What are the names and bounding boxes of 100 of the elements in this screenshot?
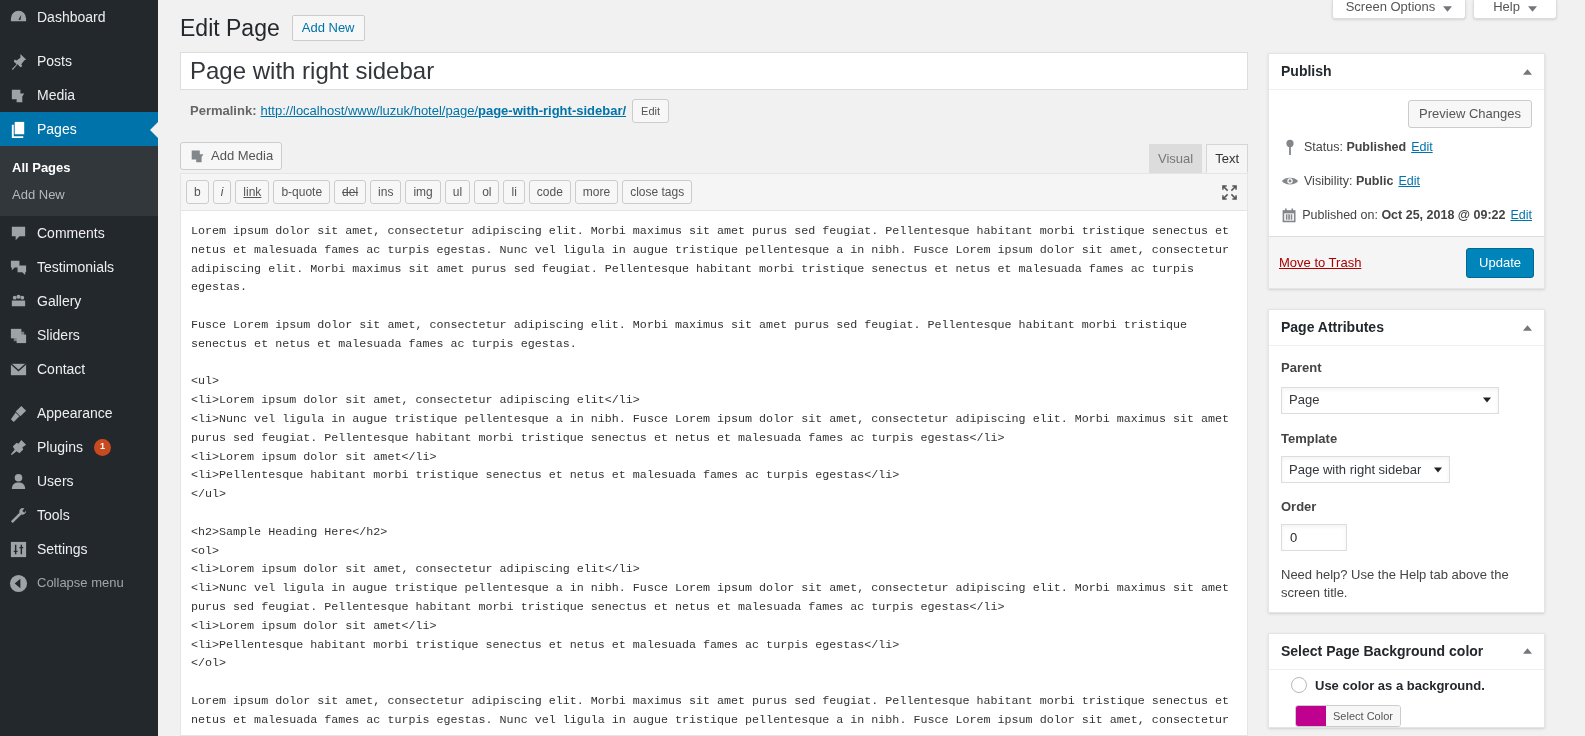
fullscreen-icon[interactable]	[1222, 184, 1237, 200]
menu-label: Pages	[37, 119, 77, 139]
active-pointer-icon	[150, 122, 158, 138]
code-line: </ul>	[191, 486, 227, 504]
code-line: <ul>	[191, 373, 220, 391]
count-badge: 1	[93, 438, 111, 456]
collapse-toggle-icon[interactable]	[1523, 324, 1532, 331]
edit-link[interactable]: Edit	[1411, 137, 1433, 157]
permalink-link[interactable]: http://localhost/www/luzuk/hotel/page/page-with-right-sidebar/	[260, 101, 627, 121]
sliders-icon	[9, 539, 28, 559]
plug-icon	[9, 437, 28, 457]
top-dropdown-button[interactable]: Help	[1473, 0, 1557, 19]
quicktag-button[interactable]: b	[186, 180, 209, 204]
code-line: purus sed feugiat. Pellentesque habitant morbi tristique senectus et netus et malesuada fames ac turpis egestas</li>	[191, 429, 1005, 447]
code-line: purus sed feugiat. Pellentesque habitant morbi tristique senectus et netus et malesuada fames ac turpis egestas</li>	[191, 598, 1005, 616]
menu-label: Gallery	[37, 291, 82, 311]
code-line: <li>Lorem ipsum dolor sit amet</li>	[191, 448, 437, 466]
wrench-icon	[9, 505, 28, 525]
code-line: adipiscing elit. Morbi maximus sit amet purus sed feugiat. Pellentesque habitant morbi tristique senectus et netus et malesuada fames ac turpis	[191, 260, 1194, 278]
menu-item[interactable]: Settings	[0, 532, 158, 566]
help-text: Need help? Use the Help tab above the screen title.	[1281, 565, 1510, 602]
code-line: <li>Lorem ipsum dolor sit amet, consectetur adipiscing elit</li>	[191, 561, 640, 579]
menu-item[interactable]: Users	[0, 464, 158, 498]
edit-link[interactable]: Edit	[1398, 171, 1420, 191]
menu-item[interactable]: Sliders	[0, 318, 158, 352]
code-line: senectus et netus et malesuada fames ac turpis egestas.	[191, 335, 577, 353]
quicktag-button[interactable]: i	[212, 180, 232, 204]
edit-link[interactable]: Edit	[1510, 205, 1532, 225]
code-line: <li>Nunc vel ligula in augue tristique pellentesque a in nibh. Fusce Lorem ipsum dolor sit amet, consectetur adipiscing elit. Morbi maximus sit amet	[191, 410, 1230, 428]
menu-item[interactable]: Tools	[0, 498, 158, 532]
menu-item[interactable]: Media	[0, 78, 158, 112]
submenu-item[interactable]: All Pages	[0, 154, 158, 181]
code-line: <li>Lorem ipsum dolor sit amet</li>	[191, 617, 437, 635]
quicktag-button[interactable]: close tags	[622, 180, 693, 204]
title-field[interactable]: Page with right sidebar	[180, 52, 1248, 90]
edit-slug-button[interactable]: Edit	[632, 99, 670, 123]
panel-title: Publish	[1281, 62, 1332, 81]
menu-label: Sliders	[37, 325, 80, 345]
publish-info: Status: Published	[1304, 138, 1407, 156]
menu-item[interactable]: Plugins 1	[0, 430, 158, 464]
move-to-trash-link[interactable]: Move to Trash	[1279, 252, 1362, 273]
caret-icon	[1443, 6, 1453, 12]
menu-item[interactable]: Testimonials	[0, 250, 158, 284]
collapse-menu-button[interactable]: Collapse menu	[0, 566, 158, 600]
submenu-item[interactable]: Add New	[0, 181, 158, 208]
quicktag-button[interactable]: more	[574, 180, 619, 204]
code-line: egestas.	[191, 279, 248, 297]
menu-label: Posts	[37, 51, 72, 71]
code-line: <ol>	[191, 542, 220, 560]
publish-info: Visibility: Public	[1304, 172, 1394, 190]
menu-item[interactable]: Gallery	[0, 284, 158, 318]
quicktag-button[interactable]: link	[235, 180, 270, 204]
add-new-button[interactable]: Add New	[291, 15, 365, 41]
menu-item[interactable]: Contact	[0, 352, 158, 386]
menu-item[interactable]: Dashboard	[0, 0, 158, 34]
permalink-label: Permalink:	[190, 102, 257, 121]
paintbrush-icon	[9, 403, 28, 423]
quicktag-button[interactable]: b-quote	[273, 180, 331, 204]
quicktag-button[interactable]: img	[405, 180, 441, 204]
collapse-toggle-icon[interactable]	[1523, 648, 1532, 654]
menu-label: Users	[37, 471, 74, 491]
quicktag-button[interactable]: ul	[444, 180, 471, 204]
quicktag-button[interactable]: del	[334, 180, 367, 204]
code-line: netus et malesuada fames ac turpis egestas. Nunc vel ligula in augue tristique pellentesque a in nibh. Fusce Lorem ipsum dolor sit amet, consectetur	[191, 711, 1230, 729]
menu-label: Comments	[37, 223, 105, 243]
menu-label: Testimonials	[37, 257, 115, 277]
menu-item[interactable]: Posts	[0, 44, 158, 78]
menu-label: Media	[37, 85, 76, 105]
add-media-button[interactable]: Add Media	[180, 142, 283, 170]
color-picker-button[interactable]: Select Color	[1295, 705, 1401, 727]
quicktag-button[interactable]: ins	[370, 180, 402, 204]
preview-changes-button[interactable]: Preview Changes	[1408, 100, 1532, 128]
quicktag-button[interactable]: ol	[474, 180, 500, 204]
code-line: Lorem ipsum dolor sit amet, consectetur adipiscing elit. Morbi maximus sit amet purus sed feugiat. Pellentesque habitant morbi tristique senectus et	[191, 692, 1230, 710]
dropdown[interactable]: Page	[1281, 386, 1499, 414]
caret-icon	[1527, 6, 1537, 12]
top-dropdown-button[interactable]: Screen Options	[1332, 0, 1466, 19]
publish-info: Published on: Oct 25, 2018 @ 09:22	[1302, 206, 1506, 224]
text-editor[interactable]	[180, 211, 1248, 736]
pin-icon	[9, 51, 28, 71]
quicktag-button[interactable]: code	[528, 180, 571, 204]
quicktag-button[interactable]: li	[503, 180, 525, 204]
code-line: <li>Pellentesque habitant morbi tristique senectus et netus et malesuada fames ac turpis egestas</li>	[191, 467, 900, 485]
menu-item[interactable]: Appearance	[0, 396, 158, 430]
calendar-icon	[1281, 206, 1298, 224]
code-line: Fusce Lorem ipsum dolor sit amet, consectetur adipiscing elit. Morbi maximus sit amet purus sed feugiat. Pellentesque habitant morbi tristique	[191, 317, 1187, 334]
order-field[interactable]: 0	[1281, 523, 1347, 551]
code-line: </ol>	[191, 655, 227, 673]
editor-tab[interactable]: Text	[1206, 144, 1248, 173]
panel-title: Page Attributes	[1281, 318, 1384, 337]
menu-item[interactable]: Pages	[0, 112, 158, 146]
collapse-icon	[9, 573, 28, 593]
panel-title: Select Page Background color	[1281, 641, 1484, 661]
field-label: Template	[1281, 429, 1339, 448]
update-button[interactable]: Update	[1466, 247, 1534, 278]
dropdown[interactable]: Page with right sidebar	[1281, 456, 1450, 483]
collapse-toggle-icon[interactable]	[1523, 68, 1532, 75]
dropdown-arrow-icon	[1483, 397, 1491, 403]
code-line: netus et malesuada fames ac turpis egestas. Nunc vel ligula in augue tristique pellentesque a in nibh. Fusce Lorem ipsum dolor sit amet, consectetur	[191, 241, 1230, 259]
menu-item[interactable]: Comments	[0, 216, 158, 250]
